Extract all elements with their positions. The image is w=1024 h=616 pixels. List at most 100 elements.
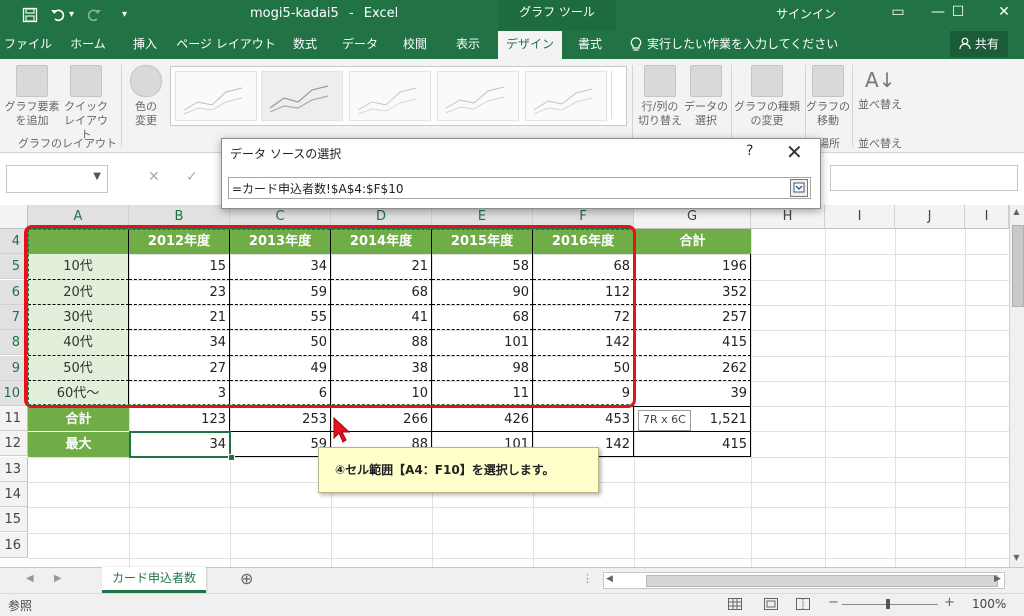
customize-quick-access-icon[interactable]: ▾ xyxy=(122,4,127,26)
sum-cell[interactable]: 253 xyxy=(230,406,331,431)
add-sheet-button[interactable]: ⊕ xyxy=(240,569,253,588)
select-data-button[interactable]: データの 選択 xyxy=(684,65,728,128)
tell-me-input[interactable]: 実行したい作業を入力してください xyxy=(647,31,838,57)
horizontal-scroll-thumb[interactable] xyxy=(646,575,998,587)
save-icon[interactable] xyxy=(22,4,38,26)
normal-view-icon[interactable] xyxy=(728,598,742,613)
zoom-slider-thumb[interactable] xyxy=(886,599,890,609)
add-chart-element-button[interactable]: グラフ要素 を追加 xyxy=(4,65,60,128)
share-button[interactable]: 共有 xyxy=(950,31,1008,57)
column-header[interactable]: I xyxy=(825,205,895,229)
tab-insert[interactable]: 挿入 xyxy=(120,31,170,59)
row-total-cell[interactable]: 39 xyxy=(634,381,751,406)
tab-format[interactable]: 書式 xyxy=(566,31,614,59)
tab-formulas[interactable]: 数式 xyxy=(280,31,330,59)
change-chart-type-button[interactable]: グラフの種類 の変更 xyxy=(733,65,801,128)
selection-marquee xyxy=(28,229,634,405)
page-layout-view-icon[interactable] xyxy=(764,598,778,613)
row-header[interactable]: 14 xyxy=(0,482,28,507)
fill-handle[interactable] xyxy=(228,454,235,461)
max-label-cell[interactable]: 最大 xyxy=(28,431,129,457)
max-total-cell[interactable]: 415 xyxy=(634,431,751,457)
scroll-down-icon[interactable]: ▼ xyxy=(1011,553,1022,563)
page-break-preview-icon[interactable] xyxy=(796,598,810,613)
color-palette-icon xyxy=(130,65,162,97)
scroll-up-icon[interactable]: ▲ xyxy=(1011,207,1022,217)
expand-dialog-button[interactable] xyxy=(790,179,808,197)
tab-split-handle[interactable]: ⋮ xyxy=(582,572,593,585)
sum-cell[interactable]: 123 xyxy=(129,406,230,431)
dialog-close-button[interactable]: ✕ xyxy=(786,140,803,164)
vertical-scrollbar[interactable]: ▲ ▼ xyxy=(1009,205,1024,567)
tab-page-layout[interactable]: ページ レイアウト xyxy=(176,31,276,59)
chart-style-thumb-4[interactable] xyxy=(437,71,519,121)
sort-label: 並べ替え xyxy=(858,98,902,111)
zoom-out-button[interactable]: − xyxy=(828,595,839,610)
title-separator: - xyxy=(348,6,354,21)
gridline-horizontal xyxy=(28,558,1009,559)
tab-home[interactable]: ホーム xyxy=(60,31,116,59)
table-header-total[interactable]: 合計 xyxy=(634,229,751,254)
column-header[interactable]: I xyxy=(965,205,1009,229)
add-chart-element-label: グラフ要素 を追加 xyxy=(4,100,60,127)
signin-link[interactable]: サインイン xyxy=(776,3,836,25)
sort-button[interactable]: A↓ 並べ替え xyxy=(856,65,904,112)
undo-dropdown-icon[interactable]: ▾ xyxy=(69,4,74,26)
row-total-cell[interactable]: 257 xyxy=(634,305,751,330)
row-header[interactable]: 11 xyxy=(0,406,28,431)
ribbon-display-options-icon[interactable]: ▭ xyxy=(878,0,918,26)
tab-review[interactable]: 校閲 xyxy=(390,31,440,59)
formula-input[interactable] xyxy=(830,165,1018,191)
sum-label-cell[interactable]: 合計 xyxy=(28,406,129,431)
maximize-button[interactable]: ☐ xyxy=(938,0,978,26)
chart-style-thumb-1[interactable] xyxy=(175,71,257,121)
change-colors-label: 色の 変更 xyxy=(135,100,157,127)
undo-icon[interactable] xyxy=(50,4,66,26)
cancel-formula-icon[interactable]: ✕ xyxy=(148,169,160,185)
name-box[interactable]: ▼ xyxy=(6,165,108,193)
help-button[interactable]: ? xyxy=(746,143,753,159)
row-header[interactable]: 16 xyxy=(0,533,28,558)
scroll-tabs-left-icon[interactable]: ◀ xyxy=(26,573,34,584)
tab-file[interactable]: ファイル xyxy=(0,31,56,59)
chart-data-range-input[interactable]: =カード申込者数!$A$4:$F$10 xyxy=(228,177,811,199)
max-cell[interactable]: 59 xyxy=(230,431,331,457)
enter-formula-icon[interactable]: ✓ xyxy=(186,169,198,185)
tab-data[interactable]: データ xyxy=(334,31,386,59)
zoom-in-button[interactable]: + xyxy=(944,595,955,610)
sheet-tab-active[interactable]: カード申込者数 xyxy=(102,567,206,593)
select-all-corner[interactable] xyxy=(0,205,28,229)
scroll-tabs-right-icon[interactable]: ▶ xyxy=(54,573,62,584)
scroll-left-icon[interactable]: ◀ xyxy=(606,574,613,584)
chart-style-thumb-5[interactable] xyxy=(525,71,607,121)
zoom-level[interactable]: 100% xyxy=(972,597,1006,611)
row-total-cell[interactable]: 352 xyxy=(634,280,751,305)
chart-style-thumb-2[interactable] xyxy=(261,71,343,121)
gallery-scroll[interactable] xyxy=(611,71,624,119)
row-total-cell[interactable]: 262 xyxy=(634,356,751,381)
change-colors-button[interactable]: 色の 変更 xyxy=(126,65,166,128)
switch-row-column-button[interactable]: 行/列の 切り替え xyxy=(636,65,684,128)
move-chart-button[interactable]: グラフの 移動 xyxy=(806,65,850,128)
row-total-cell[interactable]: 196 xyxy=(634,254,751,280)
expand-dialog-icon xyxy=(791,182,807,199)
column-header[interactable]: J xyxy=(895,205,965,229)
chart-tools-group: グラフ ツール xyxy=(498,0,616,31)
horizontal-scrollbar[interactable]: ◀ ▶ xyxy=(603,572,1005,589)
row-header[interactable]: 15 xyxy=(0,507,28,532)
row-total-cell[interactable]: 415 xyxy=(634,330,751,356)
close-window-button[interactable]: ✕ xyxy=(984,0,1024,26)
ribbon-separator xyxy=(632,65,633,147)
ribbon-separator xyxy=(121,65,122,147)
sum-cell[interactable]: 426 xyxy=(432,406,533,431)
tab-view[interactable]: 表示 xyxy=(444,31,492,59)
scroll-right-icon[interactable]: ▶ xyxy=(994,574,1001,584)
zoom-slider[interactable] xyxy=(842,604,938,605)
vertical-scroll-thumb[interactable] xyxy=(1012,225,1024,307)
row-header[interactable]: 13 xyxy=(0,457,28,482)
sum-cell[interactable]: 453 xyxy=(533,406,634,431)
row-header[interactable]: 12 xyxy=(0,431,28,456)
tab-design[interactable]: デザイン xyxy=(498,31,562,59)
quick-layout-button[interactable]: クイック レイアウト xyxy=(60,65,112,142)
chart-style-thumb-3[interactable] xyxy=(349,71,431,121)
